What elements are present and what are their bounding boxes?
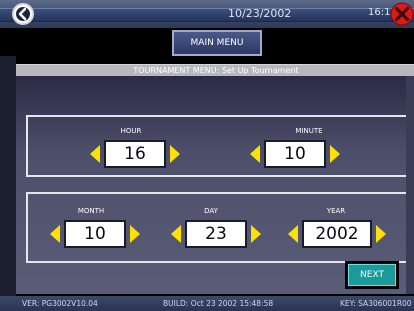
year-decrement-arrow-icon[interactable] (288, 225, 298, 243)
day-value: 23 (185, 220, 247, 248)
left-edge (0, 56, 16, 296)
day-decrement-arrow-icon[interactable] (171, 225, 181, 243)
minute-value: 10 (264, 140, 326, 168)
menu-title: TOURNAMENT MENU: Set Up Tournament (16, 64, 414, 76)
next-button-label: NEXT (348, 264, 396, 286)
close-button[interactable] (390, 2, 414, 26)
main-menu-button[interactable]: MAIN MENU (172, 30, 262, 56)
day-label: DAY (204, 207, 218, 215)
key-text: KEY: SA306001R00 (340, 299, 412, 308)
minute-increment-arrow-icon[interactable] (330, 145, 340, 163)
back-button[interactable] (12, 3, 34, 25)
status-bar: VER: PG3002V10.04 BUILD: Oct 23 2002 15:… (0, 296, 414, 311)
top-bar: 10/23/2002 16:10 (0, 0, 414, 28)
tournament-setup-screen: 10/23/2002 16:10 MAIN MENU TOURNAMENT ME… (0, 0, 414, 311)
minute-decrement-arrow-icon[interactable] (250, 145, 260, 163)
hour-value: 16 (104, 140, 166, 168)
day-increment-arrow-icon[interactable] (251, 225, 261, 243)
time-group: HOUR 16 MINUTE 10 (26, 115, 412, 177)
month-increment-arrow-icon[interactable] (130, 225, 140, 243)
minute-label: MINUTE (295, 127, 323, 135)
year-increment-arrow-icon[interactable] (376, 225, 386, 243)
build-text: BUILD: Oct 23 2002 15:48:58 (163, 299, 274, 308)
hour-increment-arrow-icon[interactable] (170, 145, 180, 163)
month-value: 10 (64, 220, 126, 248)
hour-label: HOUR (120, 127, 142, 135)
version-text: VER: PG3002V10.04 (22, 299, 98, 308)
right-edge (406, 76, 414, 294)
top-bar-stripe (0, 8, 414, 22)
year-value: 2002 (302, 220, 372, 248)
month-label: MONTH (77, 207, 105, 215)
date-group: MONTH 10 DAY 23 YEAR 2002 (26, 192, 412, 263)
header-date: 10/23/2002 (228, 7, 292, 20)
hour-decrement-arrow-icon[interactable] (90, 145, 100, 163)
back-arrow-icon (18, 7, 27, 21)
month-decrement-arrow-icon[interactable] (50, 225, 60, 243)
next-button[interactable]: NEXT (345, 261, 399, 289)
red-x-close-icon (390, 2, 414, 26)
year-label: YEAR (326, 207, 346, 215)
